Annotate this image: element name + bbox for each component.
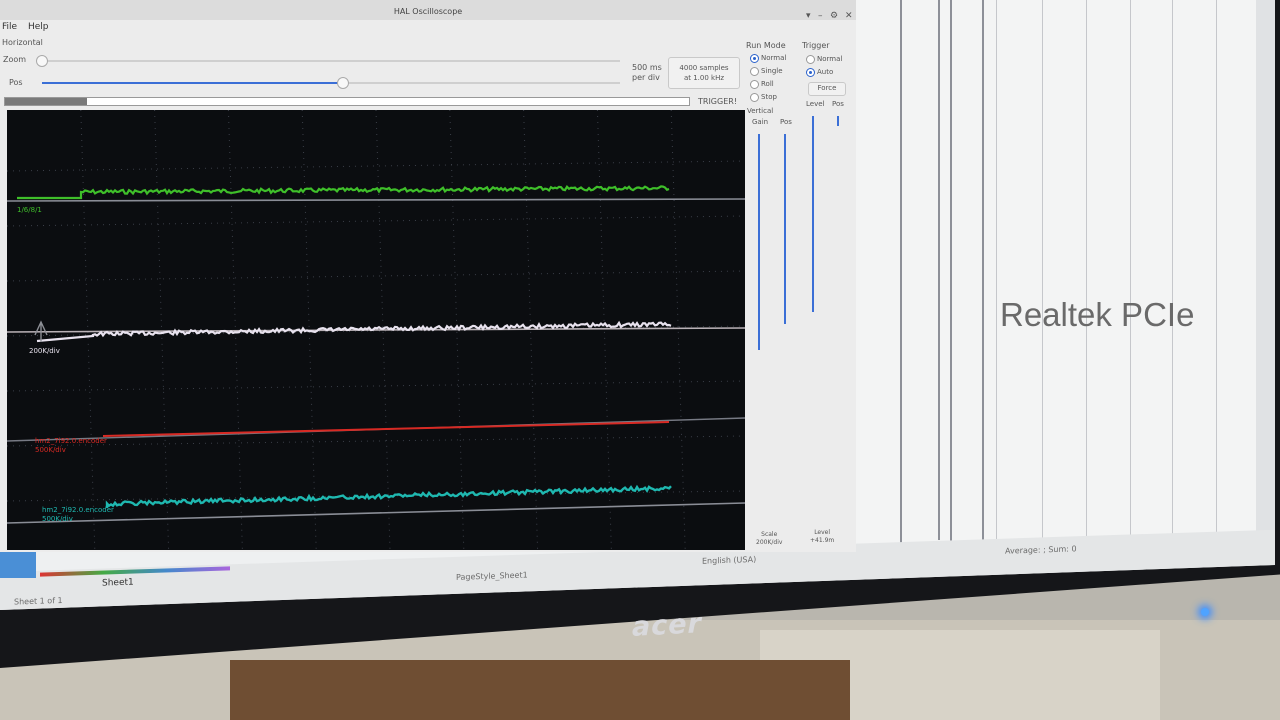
vertical-label: Vertical [747, 107, 774, 115]
run-roll-radio[interactable] [750, 80, 759, 89]
grid-hline [7, 160, 745, 172]
screen: Realtek PCIe Sheet1 Sheet 1 of 1 PageSty… [0, 0, 1275, 610]
zoom-label: Zoom [3, 55, 27, 64]
grid-vline [154, 110, 170, 550]
ch2-trace [36, 320, 672, 343]
column-divider [982, 0, 984, 540]
timebase-unit: per div [632, 73, 660, 82]
ch1-trace [17, 185, 670, 200]
force-button[interactable]: Force [808, 82, 846, 96]
ch4-labels: hm2_7i92.0.encoder 500K/div [42, 506, 114, 524]
pos-label: Pos [9, 78, 23, 87]
run-single-label[interactable]: Single [761, 67, 783, 75]
window-title: HAL Oscilloscope [393, 7, 463, 16]
ch3-scale: 500K/div [35, 446, 66, 454]
grid-vline [523, 110, 539, 550]
scope-traces [7, 110, 745, 550]
vertical-pos-label: Pos [780, 118, 792, 126]
ch1-baseline [7, 198, 745, 202]
gain-slider-fill [758, 134, 760, 350]
record-progress-bar [4, 97, 690, 106]
sample-rate: at 1.00 kHz [683, 74, 725, 82]
language-indicator[interactable]: English (USA) [702, 555, 756, 566]
page-style[interactable]: PageStyle_Sheet1 [456, 570, 528, 581]
column-divider [1172, 0, 1173, 545]
gain-label: Gain [752, 118, 769, 126]
scope-display[interactable]: 1/6/8/1 200K/div hm2_7i92.0.encoder 500K… [7, 110, 745, 550]
sum-statistics: Average: ; Sum: 0 [1005, 544, 1077, 556]
trigger-pos-label: Pos [832, 100, 844, 108]
cell-text[interactable]: Realtek PCIe [1000, 296, 1194, 334]
sheet-tab-colors [40, 566, 230, 577]
grid-vline [596, 110, 612, 550]
level-label: Level [814, 529, 831, 536]
horizontal-section-label: Horizontal [2, 38, 43, 47]
ch3-labels: hm2_7i92.0.encoder 500K/div [35, 437, 107, 455]
trigger-status: TRIGGER! [698, 97, 738, 106]
run-single-radio[interactable] [750, 67, 759, 76]
trigger-auto-label[interactable]: Auto [817, 68, 833, 76]
scale-label: Scale [761, 531, 778, 538]
spreadsheet-grid[interactable] [856, 0, 1256, 545]
monitor-brand-logo: acer [632, 608, 702, 643]
title-bar: HAL Oscilloscope ▾ – ⚙ ✕ [0, 0, 856, 21]
menu-file[interactable]: File [2, 22, 17, 32]
column-divider [1130, 0, 1131, 545]
record-progress-fill [5, 98, 88, 105]
timebase-readout: 500 ms per div [632, 63, 662, 83]
grid-hline [7, 215, 745, 227]
column-divider [1042, 0, 1043, 545]
scale-value: 200K/div [756, 539, 783, 546]
zoom-slider[interactable] [40, 60, 620, 62]
column-divider [1086, 0, 1087, 545]
trigger-normal-label[interactable]: Normal [817, 55, 842, 63]
ch4-scale: 500K/div [42, 515, 73, 523]
trigger-level-slider-fill [812, 116, 814, 312]
ch1-label: 1/6/8/1 [17, 206, 42, 214]
column-divider [996, 0, 997, 545]
grid-vline [670, 110, 686, 550]
column-divider [938, 0, 940, 540]
trigger-auto-radio[interactable] [806, 68, 815, 77]
trigger-normal-radio[interactable] [806, 55, 815, 64]
grid-hline [7, 270, 745, 282]
monitor-stand [230, 660, 850, 720]
ch4-trace [105, 484, 672, 508]
ch4-name: hm2_7i92.0.encoder [42, 506, 114, 514]
level-readout: Level +41.9m [810, 529, 834, 545]
samples-button[interactable]: 4000 samples at 1.00 kHz [668, 57, 740, 89]
pos-slider-handle[interactable] [336, 77, 349, 89]
sheet-position: Sheet 1 of 1 [14, 595, 63, 607]
run-normal-label[interactable]: Normal [761, 54, 786, 62]
timebase-value: 500 ms [632, 63, 662, 72]
trigger-pos-slider-fill [837, 116, 839, 126]
column-divider [1216, 0, 1217, 545]
menu-bar: File Help [0, 20, 856, 34]
oscilloscope-window: HAL Oscilloscope ▾ – ⚙ ✕ File Help Horiz… [0, 0, 856, 552]
samples-count: 4000 samples [679, 64, 729, 72]
scale-readout: Scale 200K/div [756, 531, 782, 547]
column-divider [950, 0, 952, 545]
run-stop-radio[interactable] [750, 93, 759, 102]
trigger-label: Trigger [802, 41, 830, 50]
pos-slider-fill [42, 82, 343, 84]
grid-hline [7, 380, 745, 392]
column-divider [900, 0, 902, 545]
run-stop-label[interactable]: Stop [761, 93, 777, 101]
run-normal-radio[interactable] [750, 54, 759, 63]
run-roll-label[interactable]: Roll [761, 80, 774, 88]
menu-help[interactable]: Help [28, 22, 49, 32]
trigger-level-label: Level [806, 100, 825, 108]
grid-vline [80, 110, 96, 550]
power-led [1201, 608, 1209, 616]
sheet-tab[interactable]: Sheet1 [102, 578, 134, 589]
ch2-scale: 200K/div [29, 347, 60, 355]
ch3-name: hm2_7i92.0.encoder [35, 437, 107, 445]
zoom-slider-handle[interactable] [36, 55, 48, 67]
level-value: +41.9m [810, 537, 835, 544]
vertical-pos-slider-fill [784, 134, 786, 324]
trigger-arrow-icon [34, 320, 48, 342]
run-mode-label: Run Mode [746, 41, 786, 50]
